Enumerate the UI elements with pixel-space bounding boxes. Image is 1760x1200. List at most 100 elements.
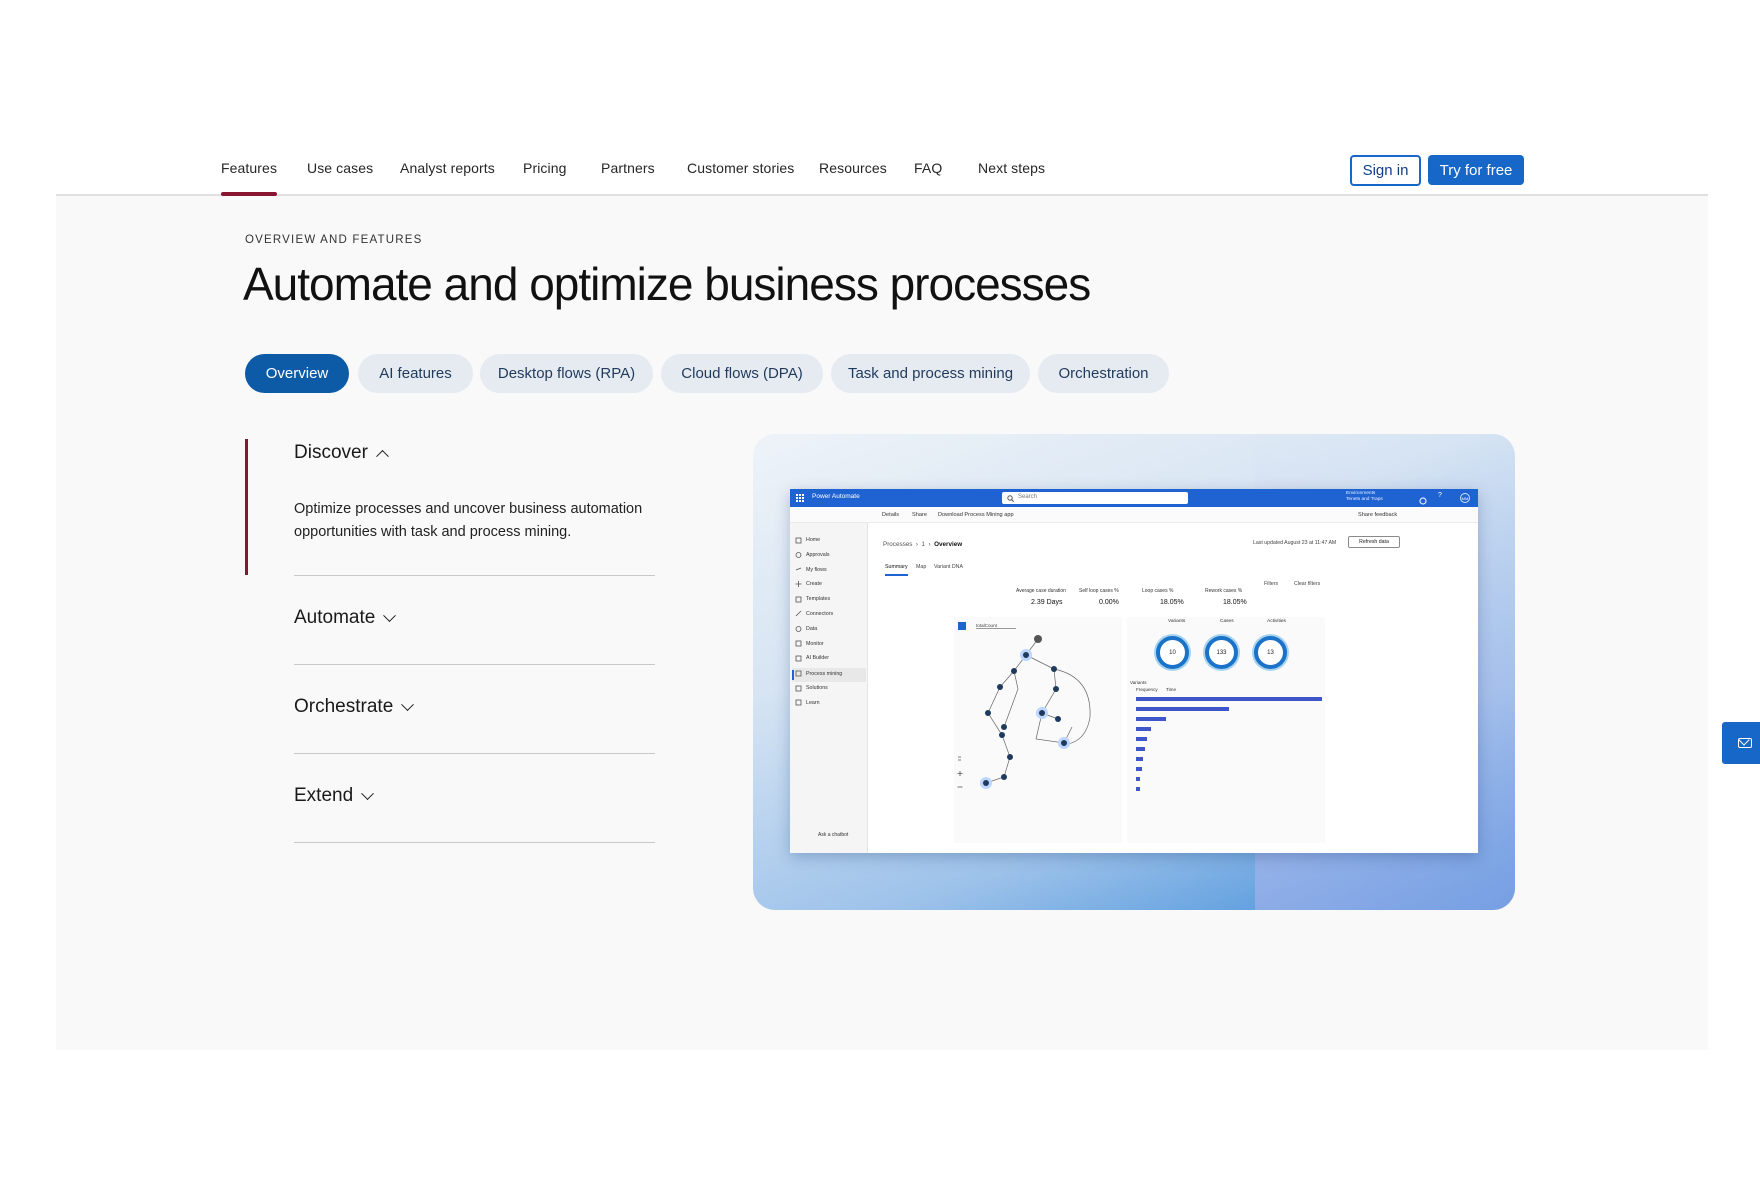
variant-bar[interactable] [1136,777,1140,781]
pill-overview[interactable]: Overview [245,354,349,393]
pill-cloud-flows[interactable]: Cloud flows (DPA) [661,354,823,393]
tab-resources[interactable]: Resources [819,160,887,176]
process-map[interactable]: totalCount [954,617,1122,843]
page-body: Features Use cases Analyst reports Prici… [56,140,1760,1050]
command-bar: Details Share Download Process Mining ap… [790,507,1478,523]
feedback-button[interactable] [1722,722,1760,764]
sidebar-item-data[interactable]: Data [806,626,817,632]
ring-label: Activities [1267,619,1286,624]
pill-orchestration[interactable]: Orchestration [1038,354,1169,393]
kpi-value: 18.05% [1160,599,1184,606]
refresh-data-button[interactable]: Refresh data [1348,536,1400,548]
process-overview-panel: Processes › 1 › Overview Last updated Au… [874,529,1472,847]
kpi-value: 18.05% [1223,599,1247,606]
variant-bar[interactable] [1136,727,1151,731]
sidebar-item-learn[interactable]: Learn [806,700,820,706]
chatbot-label: Ask a chatbot [818,832,849,838]
divider [294,753,655,754]
accordion-orchestrate-header[interactable]: Orchestrate [294,696,415,718]
sidebar-item-monitor[interactable]: Monitor [806,641,824,647]
sidebar-item-connectors[interactable]: Connectors [806,611,833,617]
variant-bar[interactable] [1136,737,1148,741]
pill-desktop-flows[interactable]: Desktop flows (RPA) [480,354,653,393]
variant-bar[interactable] [1136,747,1146,751]
filters-button[interactable]: Filters [1264,581,1278,587]
variant-bar[interactable] [1136,767,1142,771]
section-eyebrow: OVERVIEW AND FEATURES [245,234,423,246]
accordion-title: Extend [294,785,354,806]
accordion-extend-header[interactable]: Extend [294,785,375,807]
tab-next-steps[interactable]: Next steps [978,160,1045,176]
tab-features[interactable]: Features [221,160,278,196]
accordion-discover-header[interactable]: Discover [294,442,389,464]
divider [294,575,655,576]
ring-label: Variants [1168,619,1186,624]
top-navigation: Features Use cases Analyst reports Prici… [56,140,1708,196]
variant-bar[interactable] [1136,717,1166,721]
subtab-variant-dna[interactable]: Variant DNA [934,564,963,570]
activities-ring: 13 [1254,636,1287,669]
pill-ai-features[interactable]: AI features [358,354,473,393]
tab-faq[interactable]: FAQ [914,160,942,176]
variant-bar[interactable] [1136,787,1140,791]
kpi-value: 2.39 Days [1031,599,1063,606]
subtab-summary[interactable]: Summary [885,564,908,576]
help-icon[interactable]: ? [1438,492,1442,499]
chevron-down-icon [361,786,375,800]
details-command[interactable]: Details [882,512,899,518]
kpi-label: Average case duration [1016,588,1066,594]
app-search-input[interactable]: Search [1002,492,1188,504]
sidebar-icons [795,537,802,706]
kpi-label: Self loop cases % [1079,588,1119,594]
accordion-title: Orchestrate [294,696,394,717]
sidebar-item-home[interactable]: Home [806,537,820,543]
tab-partners[interactable]: Partners [601,160,655,176]
divider [294,664,655,665]
cases-ring: 133 [1205,636,1238,669]
page-title: Automate and optimize business processes [243,258,1091,310]
sidebar-item-create[interactable]: Create [806,581,822,587]
sidebar-item-solutions[interactable]: Solutions [806,685,828,691]
avatar[interactable]: MM [1460,493,1470,503]
share-command[interactable]: Share [912,512,927,518]
divider [294,842,655,843]
environment-picker[interactable]: Environments Tenets and Traps [1346,491,1383,503]
download-app-command[interactable]: Download Process Mining app [938,512,1014,518]
variants-ring: 10 [1156,636,1189,669]
variants-title: Variants [1130,680,1147,685]
variants-col-frequency[interactable]: Frequency [1136,687,1158,692]
tab-analyst-reports[interactable]: Analyst reports [400,160,495,176]
kpi-label: Rework cases % [1205,588,1243,594]
try-for-free-button[interactable]: Try for free [1428,155,1524,185]
tab-pricing[interactable]: Pricing [523,160,567,176]
kpi-label: Loop cases % [1142,588,1174,594]
app-brand: Power Automate [812,493,860,500]
tab-customer-stories[interactable]: Customer stories [687,160,794,176]
product-screenshot-card: Power Automate Search Environments Tenet… [753,434,1515,910]
pill-task-process-mining[interactable]: Task and process mining [831,354,1030,393]
clear-filters-button[interactable]: Clear filters [1294,581,1320,587]
sidebar-item-templates[interactable]: Templates [806,596,830,602]
tab-use-cases[interactable]: Use cases [307,160,373,176]
accordion-discover-body: Optimize processes and uncover business … [294,501,643,540]
accordion-title: Discover [294,442,368,463]
gear-icon[interactable] [1418,493,1428,505]
subtab-map[interactable]: Map [916,564,926,570]
process-map-graph [957,622,1091,789]
power-automate-app-mock: Power Automate Search Environments Tenet… [790,489,1478,853]
variant-bar[interactable] [1136,757,1144,761]
chevron-down-icon [383,608,397,622]
sign-in-button[interactable]: Sign in [1350,155,1421,186]
app-sidebar: Home Approvals My flows Create Templates… [790,523,868,853]
sidebar-item-process-mining[interactable]: Process mining [806,671,842,677]
sidebar-item-my-flows[interactable]: My flows [806,567,827,573]
sidebar-item-ai-builder[interactable]: AI Builder [806,655,829,661]
variants-col-time[interactable]: Time [1166,687,1176,692]
sidebar-item-approvals[interactable]: Approvals [806,552,830,558]
last-updated: Last updated August 23 at 11:47 AM [1253,540,1337,546]
search-icon [1007,495,1014,502]
accordion-automate-header[interactable]: Automate [294,607,397,629]
variant-bar[interactable] [1136,697,1322,701]
variant-bar[interactable] [1136,707,1229,711]
share-feedback-command[interactable]: Share feedback [1358,512,1397,518]
